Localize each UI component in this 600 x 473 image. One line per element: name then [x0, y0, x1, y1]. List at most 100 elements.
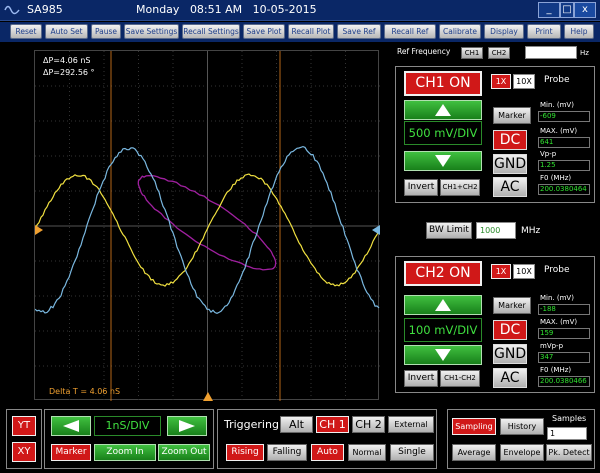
ch2-on-button[interactable]: CH2 ON	[404, 261, 482, 286]
bw-limit-input[interactable]: 1000	[476, 222, 516, 239]
toolbar: Reset Auto Set Pause Save Settings Recal…	[0, 22, 600, 42]
sampling-button[interactable]: Sampling	[452, 418, 496, 435]
timebase-group: 1nS/DIV Marker Zoom In Zoom Out	[44, 409, 214, 469]
samples-input[interactable]: 1	[547, 427, 587, 440]
peak-detect-button[interactable]: Pk. Detect	[546, 444, 592, 461]
ch2-invert-button[interactable]: Invert	[404, 370, 438, 387]
ch2-f0-label: F0 (MHz)	[540, 366, 571, 374]
ch2-math-button[interactable]: CH1-CH2	[440, 370, 480, 387]
close-button[interactable]: x	[574, 2, 596, 18]
trigger-alt-button[interactable]: Alt	[280, 416, 313, 433]
ch1-volts-down-button[interactable]	[404, 151, 482, 171]
bw-limit-button[interactable]: BW Limit	[426, 222, 472, 239]
ch2-probe-10x-button[interactable]: 10X	[513, 264, 535, 279]
ch2-volts-down-button[interactable]	[404, 345, 482, 365]
trigger-ch2-button[interactable]: CH 2	[352, 416, 385, 433]
ch2-min-label: Min. (mV)	[540, 294, 574, 302]
ch2-dc-button[interactable]: DC	[493, 320, 527, 340]
ch1-ac-button[interactable]: AC	[493, 177, 527, 197]
ch1-probe-1x-button[interactable]: 1X	[491, 74, 511, 89]
ch2-vpp-label: mVp-p	[540, 342, 563, 350]
auto-set-button[interactable]: Auto Set	[45, 24, 88, 39]
time-div-display: 1nS/DIV	[94, 416, 161, 436]
ch1-invert-button[interactable]: Invert	[404, 179, 438, 196]
trigger-single-button[interactable]: Single	[390, 444, 434, 461]
date-label: 10-05-2015	[253, 3, 317, 16]
save-settings-button[interactable]: Save Settings	[124, 24, 179, 39]
zoom-out-button[interactable]: Zoom Out	[158, 444, 210, 461]
ch1-panel: CH1 ON 1X 10X Probe 500 mV/DIV Invert CH…	[395, 66, 595, 203]
trigger-normal-button[interactable]: Normal	[348, 444, 386, 461]
bw-limit-unit: MHz	[521, 226, 540, 236]
zoom-in-button[interactable]: Zoom In	[94, 444, 156, 461]
ref-frequency-unit: Hz	[580, 49, 589, 57]
save-plot-button[interactable]: Save Plot	[243, 24, 285, 39]
calibrate-button[interactable]: Calibrate	[439, 24, 481, 39]
envelope-button[interactable]: Envelope	[500, 444, 544, 461]
ch1-dc-button[interactable]: DC	[493, 130, 527, 150]
recall-ref-button[interactable]: Recall Ref	[384, 24, 436, 39]
pause-button[interactable]: Pause	[91, 24, 121, 39]
ch2-vpp-value: 347	[538, 352, 590, 363]
title-bar: SA985 Monday 08:51 AM 10-05-2015 _ □ x	[0, 0, 600, 21]
trigger-rising-button[interactable]: Rising	[226, 444, 264, 461]
trigger-position-marker-icon[interactable]	[203, 392, 213, 401]
ch2-volts-up-button[interactable]	[404, 295, 482, 315]
reset-button[interactable]: Reset	[10, 24, 42, 39]
samples-label: Samples	[552, 414, 586, 423]
ch2-probe-1x-button[interactable]: 1X	[491, 264, 511, 279]
trigger-external-button[interactable]: External	[388, 416, 434, 433]
arrow-down-icon	[435, 155, 451, 167]
average-button[interactable]: Average	[452, 444, 496, 461]
scope-display[interactable]: ΔP=4.06 nS ΔP=292.56 ° Delta T = 4.06 nS	[34, 50, 379, 400]
save-ref-button[interactable]: Save Ref	[337, 24, 381, 39]
arrow-up-icon	[435, 299, 451, 311]
triggering-label: Triggering	[224, 418, 279, 431]
trigger-falling-button[interactable]: Falling	[267, 444, 307, 461]
ch1-volts-div-display: 500 mV/DIV	[404, 121, 482, 145]
ch2-gnd-button[interactable]: GND	[493, 344, 527, 364]
ch1-math-button[interactable]: CH1+CH2	[440, 179, 480, 196]
ch2-ac-button[interactable]: AC	[493, 368, 527, 388]
day-label: Monday	[136, 3, 179, 16]
history-button[interactable]: History	[500, 418, 544, 435]
app-name: SA985	[27, 3, 63, 16]
acquisition-group: Sampling History Samples 1 Average Envel…	[447, 409, 595, 469]
help-button[interactable]: Help	[564, 24, 594, 39]
timebase-left-button[interactable]	[51, 416, 91, 436]
time-label: 08:51 AM	[190, 3, 242, 16]
ref-frequency-label: Ref Frequency	[397, 47, 450, 56]
ch1-min-value: -609	[538, 111, 590, 122]
xy-mode-button[interactable]: XY	[12, 442, 36, 462]
ref-ch2-button[interactable]: CH2	[488, 47, 510, 59]
ch1-min-label: Min. (mV)	[540, 101, 574, 109]
ch1-marker-button[interactable]: Marker	[493, 107, 531, 124]
ref-ch1-button[interactable]: CH1	[461, 47, 483, 59]
ch1-probe-10x-button[interactable]: 10X	[513, 74, 535, 89]
ch2-volts-div-display: 100 mV/DIV	[404, 318, 482, 342]
ch1-volts-up-button[interactable]	[404, 100, 482, 120]
display-button[interactable]: Display	[484, 24, 524, 39]
reference-frequency-bar: Ref Frequency CH1 CH2 Hz	[395, 44, 595, 61]
yt-mode-button[interactable]: YT	[12, 416, 36, 436]
print-button[interactable]: Print	[527, 24, 561, 39]
ch1-vpp-value: 1.25	[538, 160, 590, 171]
minimize-button[interactable]: _	[538, 2, 560, 18]
ch1-gnd-button[interactable]: GND	[493, 154, 527, 174]
trigger-auto-button[interactable]: Auto	[311, 444, 344, 461]
ref-frequency-input[interactable]	[525, 46, 577, 59]
timebase-right-button[interactable]	[167, 416, 207, 436]
display-mode-group: YT XY	[6, 409, 42, 469]
ch1-f0-label: F0 (MHz)	[540, 174, 571, 182]
timebase-marker-button[interactable]: Marker	[51, 444, 91, 461]
recall-plot-button[interactable]: Recall Plot	[288, 24, 334, 39]
maximize-button[interactable]: □	[560, 2, 574, 18]
arrow-down-icon	[435, 349, 451, 361]
arrow-right-icon	[179, 420, 195, 432]
recall-settings-button[interactable]: Recall Settings	[182, 24, 240, 39]
ch1-on-button[interactable]: CH1 ON	[404, 71, 482, 96]
ch2-marker-button[interactable]: Marker	[493, 297, 531, 314]
waveform-plot	[35, 51, 380, 401]
trigger-ch1-button[interactable]: CH 1	[316, 416, 349, 433]
ch1-f0-value: 200.0380464	[538, 184, 590, 195]
